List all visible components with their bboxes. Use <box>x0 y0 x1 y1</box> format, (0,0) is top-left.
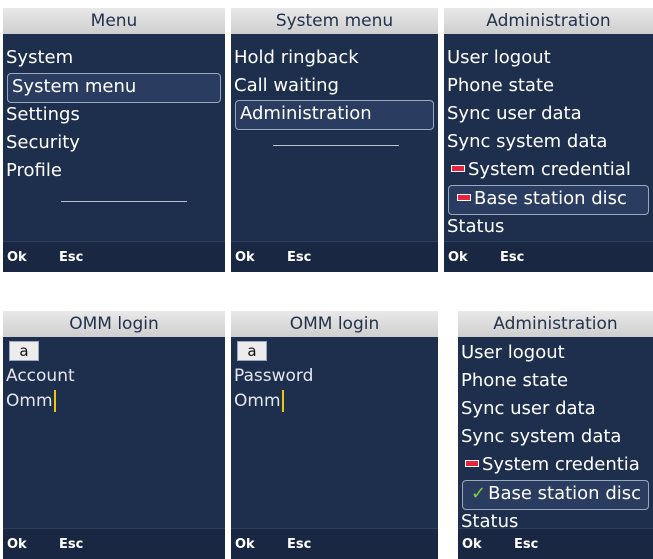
omm-login-account-screen: OMM login a Account Omm Ok Esc <box>3 311 225 559</box>
softkey-bar: Ok Esc <box>231 528 438 559</box>
text-cursor <box>281 390 284 412</box>
screen-title: OMM login <box>231 311 438 337</box>
system-menu-screen: System menu Hold ringback Call waiting A… <box>231 8 438 272</box>
menu-item-user-logout[interactable]: User logout <box>447 44 653 72</box>
menu-item-call-waiting[interactable]: Call waiting <box>234 72 438 100</box>
menu-item-phone-state[interactable]: Phone state <box>461 367 653 395</box>
input-mode-indicator: a <box>237 341 267 361</box>
ok-softkey[interactable]: Ok <box>235 250 255 265</box>
login-form: a Account Omm <box>3 337 225 529</box>
checkmark-icon: ✓ <box>471 483 487 504</box>
softkey-bar: Ok Esc <box>3 528 225 559</box>
menu-item-base-station-discovery[interactable]: ✓ Base station disc <box>462 480 649 510</box>
menu-item-sync-system-data[interactable]: Sync system data <box>461 423 653 451</box>
password-label: Password <box>234 366 314 386</box>
ok-softkey[interactable]: Ok <box>462 537 482 552</box>
system-menu-list: Hold ringback Call waiting Administratio… <box>231 34 438 242</box>
account-label: Account <box>6 366 75 386</box>
softkey-bar: Ok Esc <box>444 241 653 272</box>
item-label: System credentia <box>482 454 640 475</box>
menu-item-system-menu[interactable]: System menu <box>7 73 221 103</box>
menu-item-hold-ringback[interactable]: Hold ringback <box>234 44 438 72</box>
esc-softkey[interactable]: Esc <box>514 537 538 552</box>
menu-item-profile[interactable]: Profile <box>6 157 225 185</box>
menu-item-system-credential[interactable]: System credentia <box>461 451 653 479</box>
esc-softkey[interactable]: Esc <box>287 250 311 265</box>
menu-screen: Menu System System menu Settings Securit… <box>3 8 225 272</box>
menu-item-sync-user-data[interactable]: Sync user data <box>461 395 653 423</box>
menu-item-sync-user-data[interactable]: Sync user data <box>447 100 653 128</box>
screen-title: Administration <box>458 311 653 337</box>
disabled-minus-icon <box>457 194 471 201</box>
administration-list: User logout Phone state Sync user data S… <box>444 34 653 242</box>
ok-softkey[interactable]: Ok <box>7 537 27 552</box>
menu-item-settings[interactable]: Settings <box>6 101 225 129</box>
administration-result-screen: Administration User logout Phone state S… <box>458 311 653 559</box>
account-value: Omm <box>6 391 53 411</box>
password-value: Omm <box>234 391 281 411</box>
esc-softkey[interactable]: Esc <box>287 537 311 552</box>
account-field[interactable]: Omm <box>6 390 56 412</box>
disabled-minus-icon <box>465 460 479 467</box>
esc-softkey[interactable]: Esc <box>59 537 83 552</box>
menu-item-security[interactable]: Security <box>6 129 225 157</box>
menu-item-base-station-discovery[interactable]: Base station disc <box>448 185 649 215</box>
screen-title: Menu <box>3 8 225 34</box>
esc-softkey[interactable]: Esc <box>500 250 524 265</box>
softkey-bar: Ok Esc <box>231 241 438 272</box>
item-label: Base station disc <box>488 483 642 504</box>
disabled-minus-icon <box>451 165 465 172</box>
list-end-divider <box>61 201 187 202</box>
item-label: System credential <box>468 159 631 180</box>
menu-item-user-logout[interactable]: User logout <box>461 339 653 367</box>
text-cursor <box>53 390 56 412</box>
administration-screen: Administration User logout Phone state S… <box>444 8 653 272</box>
menu-item-system[interactable]: System <box>6 44 225 72</box>
menu-item-status[interactable]: Status <box>447 213 653 241</box>
ok-softkey[interactable]: Ok <box>7 250 27 265</box>
softkey-bar: Ok Esc <box>3 241 225 272</box>
menu-item-administration[interactable]: Administration <box>235 100 434 130</box>
esc-softkey[interactable]: Esc <box>59 250 83 265</box>
menu-list: System System menu Settings Security Pro… <box>3 34 225 242</box>
list-end-divider <box>273 145 399 146</box>
password-field[interactable]: Omm <box>234 390 284 412</box>
screen-title: Administration <box>444 8 653 34</box>
menu-item-system-credential[interactable]: System credential <box>447 156 653 184</box>
screen-title: System menu <box>231 8 438 34</box>
administration-list: User logout Phone state Sync user data S… <box>458 337 653 532</box>
input-mode-indicator: a <box>9 341 39 361</box>
menu-item-phone-state[interactable]: Phone state <box>447 72 653 100</box>
ok-softkey[interactable]: Ok <box>448 250 468 265</box>
omm-login-password-screen: OMM login a Password Omm Ok Esc <box>231 311 438 559</box>
ok-softkey[interactable]: Ok <box>235 537 255 552</box>
screen-title: OMM login <box>3 311 225 337</box>
softkey-bar: Ok Esc <box>458 528 653 559</box>
login-form: a Password Omm <box>231 337 438 529</box>
menu-item-sync-system-data[interactable]: Sync system data <box>447 128 653 156</box>
item-label: Base station disc <box>474 188 627 209</box>
